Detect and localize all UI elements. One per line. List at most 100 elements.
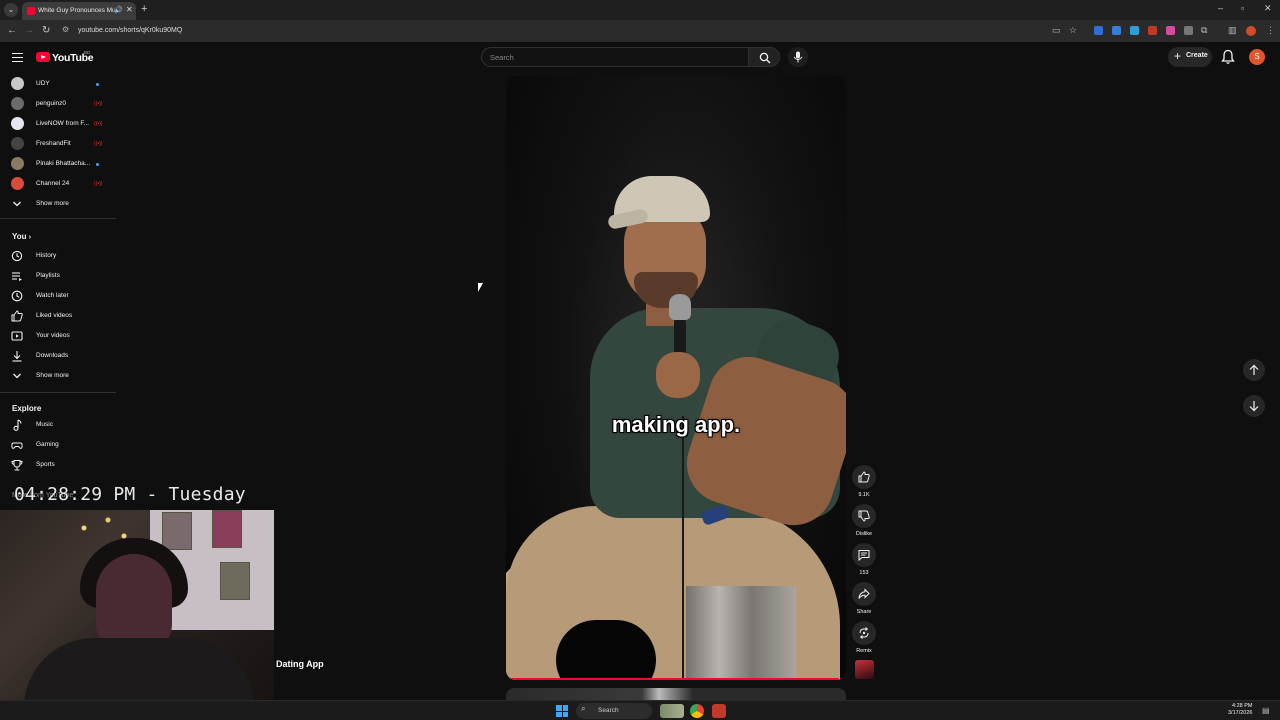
video-figure <box>656 352 700 398</box>
search-input[interactable]: Search <box>481 47 748 67</box>
comments-button-circle[interactable] <box>852 543 876 567</box>
previous-short-button[interactable] <box>1243 359 1265 381</box>
sidebar-item-gaming[interactable]: Gaming <box>0 435 118 455</box>
sidebar-item-watch-later[interactable]: Watch later <box>0 286 118 306</box>
next-short-preview[interactable] <box>506 688 846 700</box>
notifications-bell-icon[interactable] <box>1221 49 1235 65</box>
extensions-puzzle-icon[interactable]: ⧉ <box>1201 25 1207 35</box>
sidebar-item-liked-videos[interactable]: Liked videos <box>0 306 118 326</box>
browser-toolbar: ← → ↻ ⚙ youtube.com/shorts/qKr0ku90MQ ▭ … <box>0 20 1280 42</box>
voice-search-button[interactable] <box>788 47 808 67</box>
comments-button[interactable]: 153 <box>852 543 876 576</box>
audio-playing-icon[interactable]: 🔊 <box>114 6 123 14</box>
chevron-right-icon: › <box>28 234 32 241</box>
youtube-logo-icon[interactable] <box>36 52 50 62</box>
notification-center-icon[interactable]: ▤ <box>1262 706 1270 716</box>
remix-button[interactable]: Remix <box>852 621 876 654</box>
subscription-item[interactable]: Channel 24 ((•)) <box>0 174 118 194</box>
sidebar-item-music[interactable]: Music <box>0 415 118 435</box>
reload-icon[interactable]: ↻ <box>42 25 50 37</box>
back-icon[interactable]: ← <box>7 25 17 37</box>
extension-icon[interactable] <box>1112 26 1121 35</box>
your-videos-icon <box>11 331 23 341</box>
maximize-icon[interactable]: ▫ <box>1241 3 1244 13</box>
subscription-item[interactable]: FreshandFit ((•)) <box>0 134 118 154</box>
address-bar[interactable] <box>60 23 1090 39</box>
sidebar-item-downloads[interactable]: Downloads <box>0 346 118 366</box>
start-tile <box>556 711 562 717</box>
sidebar-item-playlists[interactable]: Playlists <box>0 266 118 286</box>
youtube-masthead: YouTube BD Search + Create S <box>0 42 1280 74</box>
taskbar-search[interactable]: Search <box>576 703 652 719</box>
tab-search-icon[interactable]: ⌄ <box>4 3 18 17</box>
create-button[interactable]: + Create <box>1168 47 1212 67</box>
channel-avatar <box>11 157 24 170</box>
subscription-item[interactable]: LiveNOW from F... ((•)) <box>0 114 118 134</box>
minimize-icon[interactable]: – <box>1218 3 1223 13</box>
like-button[interactable]: 9.1K <box>852 465 876 498</box>
like-button-circle[interactable] <box>852 465 876 489</box>
window-close-icon[interactable]: ✕ <box>1264 3 1272 14</box>
new-tab-icon[interactable]: + <box>141 3 147 15</box>
remix-icon <box>859 627 869 639</box>
remix-button-circle[interactable] <box>852 621 876 645</box>
taskbar-clock[interactable]: 4:28 PM 3/17/2026 <box>1228 703 1252 717</box>
short-title-fragment[interactable]: Dating App <box>276 659 324 669</box>
new-content-dot <box>96 163 99 166</box>
tab-close-icon[interactable]: ✕ <box>126 5 133 14</box>
dislike-button-circle[interactable] <box>852 504 876 528</box>
extension-icon[interactable] <box>1184 26 1193 35</box>
sidebar: UDY penguinz0 ((•)) LiveNOW from F... ((… <box>0 74 118 494</box>
sidebar-item-label: Watch later <box>36 292 69 299</box>
you-show-more[interactable]: Show more <box>0 366 118 386</box>
share-button-circle[interactable] <box>852 582 876 606</box>
streaming-app-icon[interactable] <box>712 704 726 718</box>
chrome-icon[interactable] <box>690 704 704 718</box>
you-section-title[interactable]: You › <box>12 232 31 241</box>
dislike-button[interactable]: Dislike <box>852 504 876 537</box>
subscription-item[interactable]: penguinz0 ((•)) <box>0 94 118 114</box>
sidebar-item-label: Gaming <box>36 441 59 448</box>
live-icon: ((•)) <box>94 101 103 107</box>
comment-icon <box>858 550 870 561</box>
windows-start-icon[interactable] <box>556 705 568 717</box>
like-count: 9.1K <box>858 492 870 498</box>
wall-poster <box>212 510 242 548</box>
bookmark-star-icon[interactable]: ☆ <box>1069 25 1077 35</box>
side-panel-icon[interactable]: ▥ <box>1228 25 1237 35</box>
watch-later-icon <box>11 290 23 302</box>
sidebar-item-history[interactable]: History <box>0 246 118 266</box>
webcam-overlay <box>0 510 274 700</box>
extension-icon[interactable] <box>1166 26 1175 35</box>
video-progress-bar[interactable] <box>506 678 846 680</box>
shorts-video-player[interactable]: making app. <box>506 76 846 680</box>
streamer-body <box>24 638 254 700</box>
video-progress-fill <box>506 678 840 680</box>
taskbar-widget-icon[interactable] <box>660 704 684 718</box>
browser-profile-avatar[interactable] <box>1246 26 1256 36</box>
subscription-item[interactable]: UDY <box>0 74 118 94</box>
account-avatar[interactable]: S <box>1249 49 1265 65</box>
next-short-button[interactable] <box>1243 395 1265 417</box>
extension-icon[interactable] <box>1148 26 1157 35</box>
url-text[interactable]: youtube.com/shorts/qKr0ku90MQ <box>78 27 182 34</box>
show-more-label: Show more <box>36 372 69 379</box>
cast-icon[interactable]: ▭ <box>1052 25 1061 35</box>
browser-menu-icon[interactable]: ⋮ <box>1266 25 1275 35</box>
gaming-icon <box>11 442 23 449</box>
live-icon: ((•)) <box>94 181 103 187</box>
browser-tab-active[interactable]: White Guy Pronounces Mu 🔊 ✕ <box>22 2 136 20</box>
forward-icon[interactable]: → <box>24 25 34 37</box>
sidebar-item-your-videos[interactable]: Your videos <box>0 326 118 346</box>
country-code: BD <box>84 50 91 55</box>
share-button[interactable]: Share <box>852 582 876 615</box>
extension-icon[interactable] <box>1130 26 1139 35</box>
site-info-icon[interactable]: ⚙ <box>62 25 69 34</box>
subscription-item[interactable]: Pinaki Bhattacha... <box>0 154 118 174</box>
subscriptions-show-more[interactable]: Show more <box>0 194 118 214</box>
sound-thumbnail[interactable] <box>855 660 874 679</box>
search-button[interactable] <box>748 47 780 67</box>
extension-icon[interactable] <box>1094 26 1103 35</box>
menu-icon[interactable] <box>12 53 23 62</box>
sidebar-item-sports[interactable]: Sports <box>0 455 118 475</box>
